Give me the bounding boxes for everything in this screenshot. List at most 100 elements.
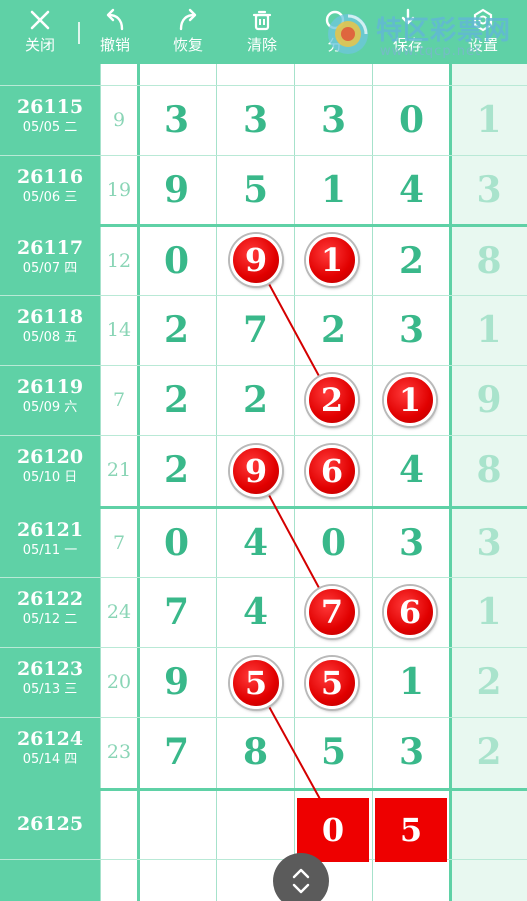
digit-cell[interactable]: 4 — [373, 155, 450, 225]
trash-icon — [249, 7, 275, 33]
up-down-chevron-icon — [292, 868, 310, 894]
digit-cell[interactable]: 3 — [373, 508, 450, 578]
digit-cell[interactable]: 1 — [373, 647, 450, 717]
span-cell: 1 — [476, 591, 502, 633]
digit-cell[interactable]: 3 — [373, 717, 450, 787]
digit-cell[interactable]: 0 — [138, 226, 215, 296]
highlighted-ball[interactable]: 2 — [306, 374, 358, 426]
digit-cell[interactable]: 2 — [138, 435, 215, 505]
prediction-row: 26125 0 5 — [0, 790, 527, 862]
digit-cell[interactable]: 0 — [295, 508, 372, 578]
digit-cell[interactable]: 3 — [295, 85, 372, 155]
digit-cell[interactable]: 2 — [138, 365, 215, 435]
close-button[interactable]: 关闭 — [5, 0, 75, 64]
digit-cell[interactable]: 5 — [217, 155, 294, 225]
period-date: 05/08 五 — [22, 330, 78, 345]
highlighted-ball[interactable]: 5 — [306, 657, 358, 709]
span-cell: 2 — [476, 661, 502, 703]
digit-cell[interactable]: 3 — [217, 85, 294, 155]
digit-cell[interactable]: 8 — [217, 717, 294, 787]
period-date: 05/13 三 — [22, 682, 78, 697]
clear-label: 清除 — [246, 36, 277, 54]
sum-cell: 21 — [106, 459, 132, 481]
span-cell: 3 — [476, 522, 502, 564]
period-number: 26119 — [16, 376, 84, 398]
span-cell: 8 — [476, 240, 502, 282]
table-row: 26120 05/10 日 21 2 9 6 4 8 — [0, 435, 527, 505]
table-row: 26115 05/05 二 9 3 3 3 0 1 — [0, 85, 527, 155]
period-date: 05/05 二 — [22, 120, 78, 135]
highlighted-ball[interactable]: 9 — [230, 445, 282, 497]
redo-icon — [175, 7, 201, 33]
period-date: 05/12 二 — [22, 612, 78, 627]
digit-cell[interactable]: 3 — [373, 295, 450, 365]
digit-cell[interactable]: 2 — [373, 226, 450, 296]
period-number: 26125 — [16, 813, 84, 835]
highlighted-ball[interactable]: 1 — [306, 234, 358, 286]
span-cell: 9 — [476, 379, 502, 421]
period-date: 05/09 六 — [22, 400, 78, 415]
period-cell: 26115 05/05 二 — [0, 95, 100, 137]
redo-button[interactable]: 恢复 — [153, 0, 223, 64]
digit-cell[interactable]: 0 — [373, 85, 450, 155]
sum-cell: 7 — [112, 532, 126, 554]
table-row: 26116 05/06 三 19 9 5 1 4 3 — [0, 155, 527, 225]
period-number: 26120 — [16, 446, 84, 468]
highlighted-ball[interactable]: 7 — [306, 586, 358, 638]
span-cell: 8 — [476, 449, 502, 491]
period-number: 26124 — [16, 728, 84, 750]
period-number: 26118 — [16, 306, 84, 328]
digit-cell[interactable]: 4 — [373, 435, 450, 505]
clear-button[interactable]: 清除 — [227, 0, 297, 64]
sum-cell: 9 — [112, 109, 126, 131]
span-cell: 2 — [476, 731, 502, 773]
prediction-cell[interactable]: 0 — [297, 798, 369, 862]
digit-cell[interactable]: 9 — [138, 155, 215, 225]
table-row: 26123 05/13 三 20 9 5 5 1 2 — [0, 647, 527, 717]
digit-cell[interactable]: 2 — [217, 365, 294, 435]
digit-cell[interactable]: 2 — [295, 295, 372, 365]
sum-cell: 14 — [106, 319, 132, 341]
highlighted-ball[interactable]: 9 — [230, 234, 282, 286]
period-date: 05/14 四 — [22, 752, 78, 767]
period-cell: 26122 05/12 二 — [0, 587, 100, 629]
site-logo-icon — [328, 14, 368, 54]
table-row: 26124 05/14 四 23 7 8 5 3 2 — [0, 717, 527, 787]
highlighted-ball[interactable]: 6 — [384, 586, 436, 638]
highlighted-ball[interactable]: 6 — [306, 445, 358, 497]
sum-cell: 19 — [106, 179, 132, 201]
period-date: 05/06 三 — [22, 190, 78, 205]
trend-chart-grid: 26115 05/05 二 9 3 3 3 0 1 26116 05/06 三 … — [0, 64, 527, 901]
digit-cell[interactable]: 3 — [138, 85, 215, 155]
undo-button[interactable]: 撤销 — [80, 0, 150, 64]
digit-cell[interactable]: 2 — [138, 295, 215, 365]
period-cell: 26123 05/13 三 — [0, 657, 100, 699]
digit-cell[interactable]: 4 — [217, 508, 294, 578]
period-cell: 26125 — [0, 812, 100, 836]
watermark-title: 特区彩票网 — [376, 16, 512, 46]
highlighted-ball[interactable]: 1 — [384, 374, 436, 426]
undo-icon — [102, 7, 128, 33]
sum-cell: 20 — [106, 671, 132, 693]
highlighted-ball[interactable]: 5 — [230, 657, 282, 709]
close-icon — [27, 7, 53, 33]
period-number: 26122 — [16, 588, 84, 610]
scroll-handle[interactable] — [273, 853, 329, 901]
digit-cell[interactable]: 7 — [217, 295, 294, 365]
span-cell: 3 — [476, 169, 502, 211]
digit-cell[interactable]: 7 — [138, 717, 215, 787]
table-row: 26122 05/12 二 24 7 4 7 6 1 — [0, 577, 527, 647]
prediction-cell[interactable]: 5 — [375, 798, 447, 862]
digit-cell[interactable]: 9 — [138, 647, 215, 717]
digit-cell[interactable]: 1 — [295, 155, 372, 225]
sum-cell: 24 — [106, 601, 132, 623]
redo-label: 恢复 — [172, 36, 203, 54]
digit-cell[interactable]: 0 — [138, 508, 215, 578]
period-cell: 26121 05/11 一 — [0, 518, 100, 560]
span-cell: 1 — [476, 309, 502, 351]
digit-cell[interactable]: 5 — [295, 717, 372, 787]
digit-cell[interactable]: 4 — [217, 577, 294, 647]
digit-cell[interactable]: 7 — [138, 577, 215, 647]
period-cell: 26120 05/10 日 — [0, 445, 100, 487]
period-cell: 26118 05/08 五 — [0, 305, 100, 347]
